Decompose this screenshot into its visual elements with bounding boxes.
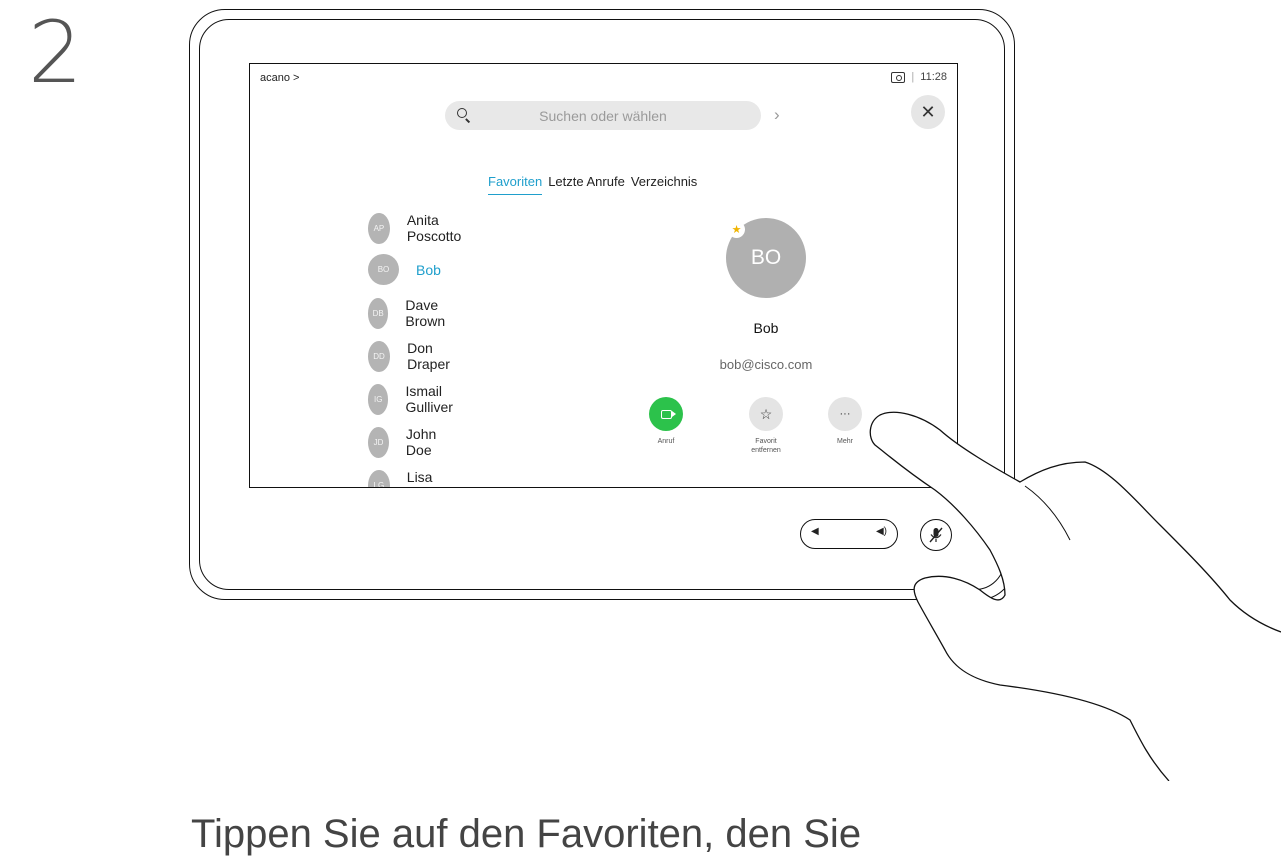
- pointing-hand-illustration: [869, 411, 1281, 781]
- instruction-caption: Tippen Sie auf den Favoriten, den Sie: [191, 812, 862, 856]
